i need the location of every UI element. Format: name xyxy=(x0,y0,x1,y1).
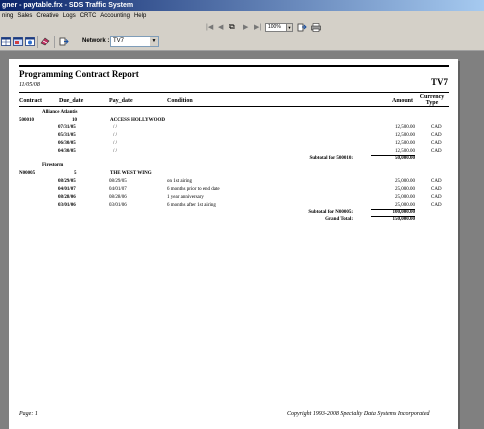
col-pay-date: Pay_date xyxy=(109,98,133,104)
amount: 25,000.00 xyxy=(395,195,415,200)
preview-toolbar: |◀ ◀ ⧉ ▶ ▶| 100% ▼ xyxy=(0,22,484,33)
col-condition: Condition xyxy=(167,98,193,104)
toolbar-separator xyxy=(37,36,38,48)
due-date: 05/31/05 xyxy=(58,133,76,138)
subtotal-label: Subtotal for 500010: xyxy=(309,156,353,161)
goto-page-icon[interactable]: ⧉ xyxy=(229,22,235,32)
eraser-icon[interactable] xyxy=(40,37,50,46)
currency: CAD xyxy=(431,125,442,130)
menu-item-sales[interactable]: Sales xyxy=(15,11,34,22)
distributor-name: Alliance Atlantis xyxy=(42,110,78,115)
window-icon[interactable] xyxy=(13,37,23,46)
currency: CAD xyxy=(431,203,442,208)
contract-number: N00005 xyxy=(19,171,36,176)
report-network: TV7 xyxy=(430,77,448,87)
header-rule xyxy=(19,92,449,93)
zoom-select[interactable]: 100% ▼ xyxy=(265,23,293,32)
grand-total-amount: 150,000.00 xyxy=(392,217,416,222)
amount: 25,000.00 xyxy=(395,187,415,192)
due-date: 04/01/07 xyxy=(58,187,76,192)
top-rule xyxy=(19,65,449,67)
due-date: 03/01/06 xyxy=(58,203,76,208)
grand-total-label: Grand Total: xyxy=(325,217,353,222)
close-preview-icon[interactable] xyxy=(297,23,307,32)
grid-icon[interactable] xyxy=(1,37,11,46)
condition: 1 year anniversary xyxy=(167,195,204,200)
amount: 12,500.00 xyxy=(395,133,415,138)
amount: 25,000.00 xyxy=(395,179,415,184)
menu-item-creative[interactable]: Creative xyxy=(34,11,60,22)
col-amount: Amount xyxy=(392,98,414,104)
network-label: Network : xyxy=(82,38,110,44)
col-contract: Contract xyxy=(19,98,42,104)
pay-date: 08/29/05 xyxy=(109,179,127,184)
menu-item-accounting[interactable]: Accounting xyxy=(98,11,132,22)
page-number: Page: 1 xyxy=(19,411,38,417)
network-value: TV7 xyxy=(113,38,125,44)
amount: 25,000.00 xyxy=(395,203,415,208)
currency: CAD xyxy=(431,187,442,192)
next-page-icon[interactable]: ▶ xyxy=(243,23,248,31)
pay-date: / / xyxy=(113,141,118,146)
network-select[interactable]: TV7 ▼ xyxy=(110,36,159,47)
due-date: 08/29/05 xyxy=(58,179,76,184)
report-date: 11/05/08 xyxy=(19,82,40,88)
report-title: Programming Contract Report xyxy=(19,69,139,79)
pay-date: / / xyxy=(113,125,118,130)
contract-number: 500010 xyxy=(19,118,34,123)
chevron-down-icon: ▼ xyxy=(286,24,292,31)
due-date: 07/31/05 xyxy=(58,125,76,130)
currency: CAD xyxy=(431,149,442,154)
subtotal-amount: 100,000.00 xyxy=(392,210,416,215)
pay-date: 03/01/06 xyxy=(109,203,127,208)
window-title-bar: gner - paytable.frx - SDS Traffic System xyxy=(0,0,484,11)
pay-date: 04/01/07 xyxy=(109,187,127,192)
menu-item-crtc[interactable]: CRTC xyxy=(78,11,99,22)
due-date: 08/28/06 xyxy=(58,195,76,200)
episode-count: 10 xyxy=(72,118,77,123)
copyright: Copyright 1993-2008 Specialty Data Syste… xyxy=(287,411,430,417)
print-icon[interactable] xyxy=(311,23,321,32)
menu-item-logs[interactable]: Logs xyxy=(61,11,78,22)
col-due-date: Due_date xyxy=(59,98,84,104)
amount: 12,500.00 xyxy=(395,149,415,154)
subtotal-label: Subtotal for N00005: xyxy=(308,210,353,215)
currency: CAD xyxy=(431,133,442,138)
currency: CAD xyxy=(431,141,442,146)
condition: 6 months prior to end date xyxy=(167,187,220,192)
condition: on 1st airing xyxy=(167,179,192,184)
column-header-rule xyxy=(19,106,449,107)
currency: CAD xyxy=(431,195,442,200)
menu-item-help[interactable]: Help xyxy=(132,11,148,22)
menu-bar: ning Sales Creative Logs CRTC Accounting… xyxy=(0,11,484,22)
amount: 12,500.00 xyxy=(395,141,415,146)
pay-date: / / xyxy=(113,133,118,138)
program-name: THE WEST WING xyxy=(110,171,152,176)
main-toolbar: Network : TV7 ▼ xyxy=(0,33,484,51)
pay-date: 08/28/06 xyxy=(109,195,127,200)
schedule-icon[interactable] xyxy=(25,37,35,46)
episode-count: 5 xyxy=(74,171,77,176)
condition: 6 months after 1st airing xyxy=(167,203,216,208)
menu-item-planning[interactable]: ning xyxy=(0,11,15,22)
window-title: gner - paytable.frx - SDS Traffic System xyxy=(2,2,134,9)
report-page: Programming Contract Report 11/05/08 TV7… xyxy=(9,59,458,429)
distributor-name: Firestorm xyxy=(42,163,64,168)
first-page-icon[interactable]: |◀ xyxy=(206,23,213,31)
program-name: ACCESS HOLLYWOOD xyxy=(110,118,165,123)
due-date: 06/30/05 xyxy=(58,141,76,146)
last-page-icon[interactable]: ▶| xyxy=(254,23,261,31)
exit-icon[interactable] xyxy=(59,37,69,46)
due-date: 04/30/05 xyxy=(58,149,76,154)
subtotal-amount: 50,000.00 xyxy=(395,156,415,161)
chevron-down-icon: ▼ xyxy=(150,37,158,46)
amount: 12,500.00 xyxy=(395,125,415,130)
currency: CAD xyxy=(431,179,442,184)
zoom-value: 100% xyxy=(268,24,281,30)
previous-page-icon[interactable]: ◀ xyxy=(218,23,223,31)
pay-date: / / xyxy=(113,149,118,154)
toolbar-separator xyxy=(54,36,55,48)
